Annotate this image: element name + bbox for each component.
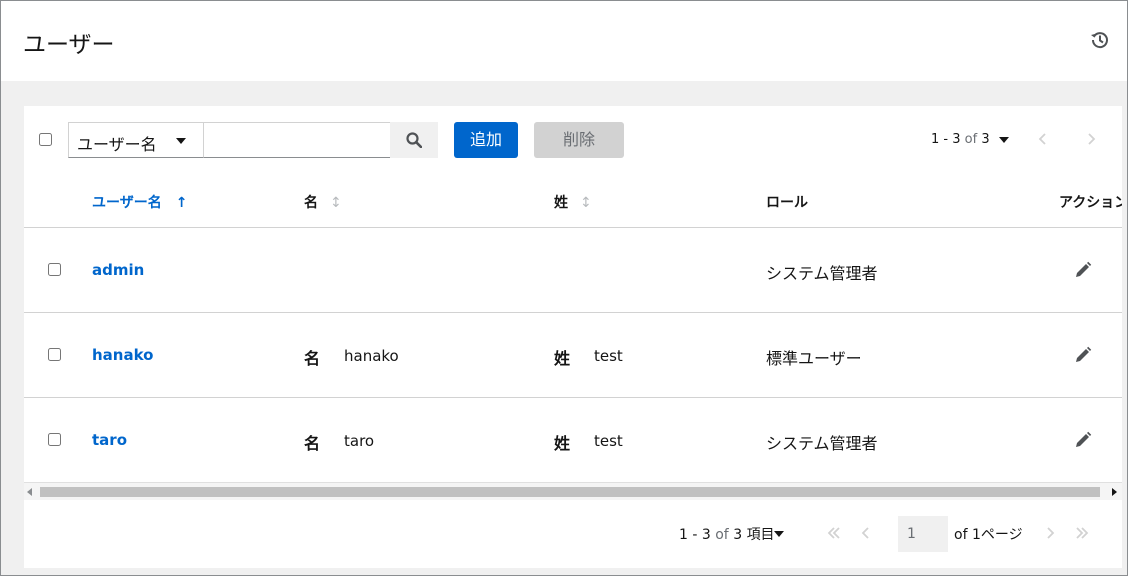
first-name-label: 名 (304, 434, 321, 453)
username-link[interactable]: hanako (92, 346, 153, 364)
role-value: システム管理者 (766, 264, 878, 283)
first-name-value: hanako (344, 347, 399, 365)
select-all-checkbox[interactable] (39, 133, 52, 146)
pencil-icon[interactable] (1074, 346, 1092, 364)
scroll-right-arrow-icon[interactable] (1112, 488, 1117, 496)
sort-ascending-icon: ↑ (175, 195, 188, 211)
delete-button[interactable]: 削除 (534, 122, 624, 158)
add-button[interactable]: 追加 (454, 122, 518, 158)
caret-down-icon (176, 138, 186, 144)
scrollbar-thumb[interactable] (40, 487, 1100, 497)
column-header-first-name[interactable]: 名 ↕ (304, 192, 342, 212)
horizontal-scrollbar[interactable] (24, 482, 1122, 500)
top-range-text: 1 - 3 (931, 132, 961, 147)
last-page-icon[interactable] (1074, 525, 1090, 541)
scroll-left-arrow-icon[interactable] (27, 488, 32, 496)
column-header-last-name[interactable]: 姓 ↕ (554, 192, 592, 212)
role-value: システム管理者 (766, 434, 878, 453)
username-link[interactable]: admin (92, 261, 144, 279)
chevron-right-icon[interactable] (1083, 131, 1099, 147)
pencil-icon[interactable] (1074, 261, 1092, 279)
pencil-icon[interactable] (1074, 431, 1092, 449)
bottom-range-text: 1 - 3 (679, 527, 711, 543)
search-button[interactable] (390, 122, 438, 158)
table-row: admin システム管理者 (24, 227, 1122, 312)
column-header-username-label: ユーザー名 (92, 195, 162, 211)
filter-attribute-select[interactable]: ユーザー名 (68, 122, 204, 158)
bottom-pagination-range[interactable]: 1 - 3 of 3 項目 (679, 524, 775, 544)
top-range-of: of (964, 132, 978, 147)
page-title: ユーザー (23, 32, 115, 58)
column-header-last-name-label: 姓 (554, 195, 568, 211)
history-icon[interactable] (1090, 30, 1110, 50)
last-name-value: test (594, 432, 623, 450)
next-page-icon[interactable] (1042, 525, 1058, 541)
table-row: hanako 名 hanako 姓 test 標準ユーザー (24, 312, 1122, 397)
first-name-value: taro (344, 432, 375, 450)
first-page-icon[interactable] (826, 525, 842, 541)
last-name-label: 姓 (554, 434, 571, 453)
bottom-range-suffix: 項目 (746, 527, 775, 543)
top-range-total: 3 (981, 132, 990, 147)
last-name-value: test (594, 347, 623, 365)
row-checkbox[interactable] (48, 263, 61, 276)
column-header-actions: アクション (1059, 195, 1122, 211)
role-value: 標準ユーザー (766, 349, 862, 368)
table-row: taro 名 taro 姓 test システム管理者 (24, 397, 1122, 482)
page-number-input[interactable] (898, 516, 948, 552)
first-name-label: 名 (304, 349, 321, 368)
of-pages-text: of 1ページ (954, 527, 1023, 543)
column-header-username[interactable]: ユーザー名 ↑ (92, 192, 187, 212)
sort-icon: ↕ (580, 195, 592, 211)
bottom-range-of: of (715, 527, 729, 543)
column-header-first-name-label: 名 (304, 195, 318, 211)
filter-attribute-value: ユーザー名 (77, 135, 157, 154)
column-header-role: ロール (766, 195, 808, 211)
caret-down-icon[interactable] (774, 531, 784, 537)
username-link[interactable]: taro (92, 431, 127, 449)
last-name-label: 姓 (554, 349, 571, 368)
caret-down-icon[interactable] (999, 137, 1009, 143)
search-input[interactable] (204, 122, 390, 158)
page-header: ユーザー (1, 1, 1127, 81)
row-checkbox[interactable] (48, 348, 61, 361)
users-card: ユーザー名 追加 削除 1 - 3 of 3 ユーザー名 ↑ 名 ↕ 姓 ↕ ロール … (24, 106, 1122, 568)
top-pagination-range[interactable]: 1 - 3 of 3 (931, 132, 990, 147)
row-checkbox[interactable] (48, 433, 61, 446)
sort-icon: ↕ (330, 195, 342, 211)
chevron-left-icon[interactable] (1035, 131, 1051, 147)
bottom-range-total: 3 (733, 527, 743, 543)
search-icon (406, 132, 422, 148)
previous-page-icon[interactable] (858, 525, 874, 541)
